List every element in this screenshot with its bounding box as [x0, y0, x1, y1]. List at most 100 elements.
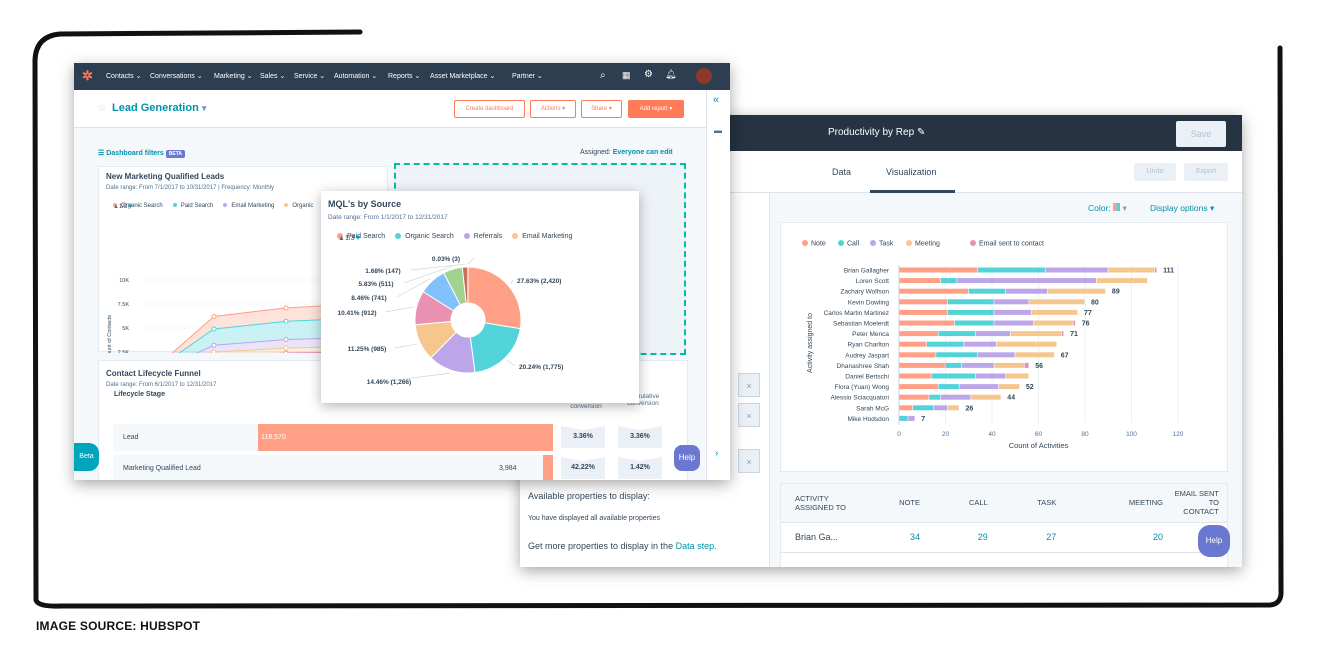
- bar-segment[interactable]: [899, 267, 978, 273]
- collapse-double-chevron-icon[interactable]: «: [713, 94, 719, 106]
- bar-segment[interactable]: [926, 341, 964, 347]
- bar-segment[interactable]: [975, 373, 1006, 379]
- bar-segment[interactable]: [899, 309, 948, 315]
- bar-segment[interactable]: [899, 278, 941, 284]
- bar-segment[interactable]: [938, 384, 959, 390]
- bar-segment[interactable]: [1005, 373, 1029, 379]
- legend-item[interactable]: Email sent to contact: [970, 240, 1044, 248]
- bar-segment[interactable]: [933, 405, 948, 411]
- bar-segment[interactable]: [908, 415, 915, 421]
- bar-segment[interactable]: [994, 299, 1029, 305]
- col-activity-assigned-to[interactable]: ACTIVITY ASSIGNED TO: [781, 484, 851, 522]
- dashboard-selector[interactable]: Lead Generation ▾: [112, 102, 206, 114]
- nav-item[interactable]: Automation ⌄: [334, 72, 377, 80]
- help-button[interactable]: Help: [674, 445, 700, 471]
- pie-slice[interactable]: [469, 322, 521, 374]
- bar-segment[interactable]: [899, 373, 931, 379]
- tab-visualization[interactable]: Visualization: [886, 167, 936, 177]
- bar-segment[interactable]: [978, 352, 1015, 358]
- remove-property-button[interactable]: ×: [738, 449, 760, 473]
- bar-segment[interactable]: [899, 352, 936, 358]
- dashboard-filters-button[interactable]: ☰ Dashboard filters BETA: [98, 149, 186, 158]
- bar-segment[interactable]: [899, 299, 948, 305]
- export-button[interactable]: Export: [1184, 163, 1228, 181]
- bar-segment[interactable]: [899, 405, 913, 411]
- search-icon[interactable]: ⌕: [600, 70, 606, 81]
- bar-segment[interactable]: [994, 309, 1031, 315]
- bar-segment[interactable]: [929, 394, 941, 400]
- bar-segment[interactable]: [1154, 267, 1157, 273]
- nav-item[interactable]: Contacts ⌄: [106, 72, 141, 80]
- bar-segment[interactable]: [971, 394, 1001, 400]
- data-step-link[interactable]: Data step.: [676, 541, 717, 551]
- bar-segment[interactable]: [947, 299, 994, 305]
- bar-segment[interactable]: [899, 341, 927, 347]
- bar-segment[interactable]: [931, 373, 976, 379]
- col-call[interactable]: CALL: [924, 484, 992, 522]
- actions-button[interactable]: Actions ▾: [530, 100, 576, 118]
- legend-item[interactable]: Note: [802, 240, 826, 248]
- bar-segment[interactable]: [1010, 331, 1062, 337]
- bar-segment[interactable]: [940, 278, 957, 284]
- bar-segment[interactable]: [1005, 288, 1048, 294]
- bar-segment[interactable]: [978, 267, 1045, 273]
- legend-item[interactable]: Meeting: [906, 240, 940, 248]
- bar-segment[interactable]: [938, 331, 976, 337]
- nav-item[interactable]: Sales ⌄: [260, 72, 285, 80]
- save-button[interactable]: Save: [1176, 121, 1226, 147]
- mql-by-source-card[interactable]: MQL's by Source Date range: From 1/1/201…: [321, 191, 639, 403]
- bar-segment[interactable]: [968, 288, 1006, 294]
- nav-item[interactable]: Conversations ⌄: [150, 72, 203, 80]
- bar-segment[interactable]: [1047, 288, 1106, 294]
- data-point[interactable]: [283, 305, 289, 311]
- display-options-dropdown[interactable]: Display options ▾: [1150, 203, 1214, 214]
- bar-segment[interactable]: [899, 288, 969, 294]
- bar-segment[interactable]: [1033, 320, 1073, 326]
- bar-segment[interactable]: [1031, 309, 1078, 315]
- bar-segment[interactable]: [899, 415, 908, 421]
- help-button[interactable]: Help: [1198, 525, 1230, 557]
- bar-segment[interactable]: [998, 384, 1020, 390]
- bar-segment[interactable]: [899, 384, 938, 390]
- color-picker[interactable]: Color: ▾: [1088, 203, 1127, 214]
- col-email-sent[interactable]: EMAIL SENT TO CONTACT: [1167, 484, 1227, 522]
- hubspot-logo-icon[interactable]: ✲: [82, 68, 93, 84]
- avatar[interactable]: [696, 68, 712, 84]
- data-point[interactable]: [283, 337, 289, 343]
- bar-segment[interactable]: [1029, 299, 1085, 305]
- bar-segment[interactable]: [1061, 331, 1064, 337]
- bar-segment[interactable]: [899, 331, 938, 337]
- bar-segment[interactable]: [964, 341, 997, 347]
- bar-segment[interactable]: [899, 320, 955, 326]
- create-dashboard-button[interactable]: Create dashboard: [454, 100, 525, 118]
- bar-segment[interactable]: [1024, 362, 1029, 368]
- bar-segment[interactable]: [1073, 320, 1076, 326]
- star-icon[interactable]: ☆: [98, 103, 107, 114]
- bar-segment[interactable]: [940, 394, 971, 400]
- nav-item[interactable]: Marketing ⌄: [214, 72, 253, 80]
- bell-icon[interactable]: 🔔︎: [665, 69, 676, 80]
- funnel-bar[interactable]: [258, 424, 553, 451]
- bar-segment[interactable]: [1045, 267, 1108, 273]
- nav-item[interactable]: Asset Marketplace ⌄: [430, 72, 495, 80]
- bar-segment[interactable]: [912, 405, 934, 411]
- col-task[interactable]: TASK: [992, 484, 1060, 522]
- comment-icon[interactable]: ▬: [714, 126, 722, 135]
- bar-segment[interactable]: [1015, 352, 1055, 358]
- bar-segment[interactable]: [945, 362, 962, 368]
- gear-icon[interactable]: ⚙: [644, 69, 653, 80]
- pie-slice[interactable]: [467, 266, 522, 330]
- chevron-right-icon[interactable]: ›: [715, 448, 718, 459]
- nav-item[interactable]: Reports ⌄: [388, 72, 420, 80]
- funnel-bar[interactable]: [542, 455, 553, 480]
- nav-item[interactable]: Service ⌄: [294, 72, 325, 80]
- undo-button[interactable]: Undo: [1134, 163, 1176, 181]
- tab-data[interactable]: Data: [832, 167, 851, 177]
- bar-segment[interactable]: [994, 362, 1024, 368]
- bar-segment[interactable]: [947, 405, 959, 411]
- data-point[interactable]: [283, 345, 289, 351]
- bar-segment[interactable]: [1108, 267, 1155, 273]
- share-button[interactable]: Share ▾: [581, 100, 622, 118]
- remove-property-button[interactable]: ×: [738, 373, 760, 397]
- col-note[interactable]: NOTE: [851, 484, 924, 522]
